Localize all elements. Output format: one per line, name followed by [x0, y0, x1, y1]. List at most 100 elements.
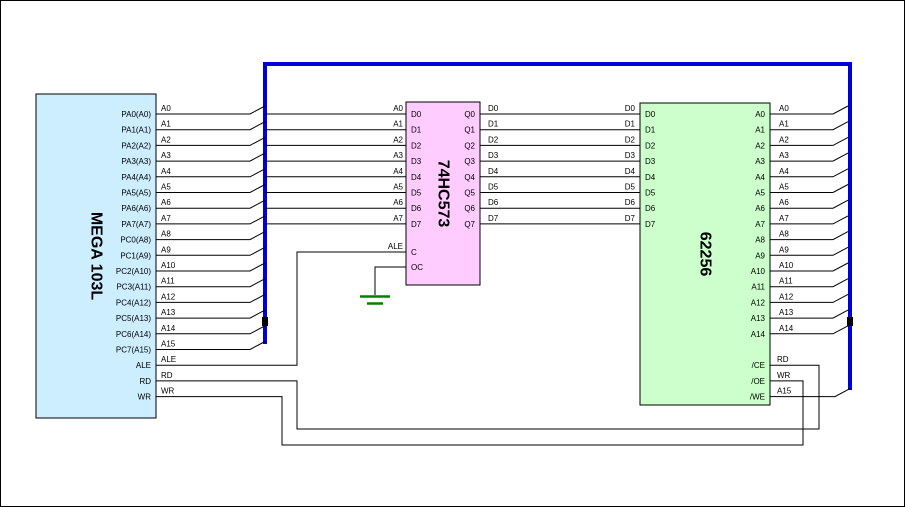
- pin-latch-q4: Q4: [464, 173, 475, 182]
- net-label-a4: A4: [779, 167, 789, 176]
- pin-ram-a11: A11: [751, 283, 765, 292]
- net-label-wr-ctrl: WR: [777, 371, 791, 380]
- net-label-d4: D4: [488, 167, 499, 176]
- pin-latch-d3: D3: [411, 157, 422, 166]
- bus-mark-right: [847, 317, 853, 326]
- net-label-d7: D7: [625, 214, 636, 223]
- pin-ram-d3: D3: [645, 157, 656, 166]
- pin-ram-a0: A0: [755, 110, 765, 119]
- net-label-ale-latch: ALE: [388, 242, 403, 251]
- net-label-d6: D6: [625, 198, 636, 207]
- bus-mark-left: [262, 317, 268, 326]
- net-label-a12: A12: [779, 292, 794, 301]
- net-label-a9: A9: [161, 245, 171, 254]
- net-label-a11: A11: [779, 277, 793, 286]
- pin-latch-d4: D4: [411, 173, 422, 182]
- pin-ram-a13: A13: [751, 314, 766, 323]
- pin-ram-d7: D7: [645, 220, 656, 229]
- net-label-d3: D3: [625, 151, 636, 160]
- chip-74hc573-title: 74HC573: [435, 160, 452, 228]
- pin-ram-d0: D0: [645, 110, 656, 119]
- net-label-d6: D6: [488, 198, 499, 207]
- pin-ram-a3: A3: [755, 157, 765, 166]
- pin-ram-d1: D1: [645, 126, 656, 135]
- net-label-a3: A3: [161, 151, 171, 160]
- net-label-a12: A12: [161, 292, 176, 301]
- net-label-a0: A0: [779, 104, 789, 113]
- pin-latch-oc: OC: [411, 263, 423, 272]
- schematic-page: MEGA 103L74HC57362256PA0(A0)PA1(A1)PA2(A…: [0, 0, 905, 507]
- net-label-a14: A14: [779, 324, 794, 333]
- net-label-a4: A4: [393, 167, 403, 176]
- pin-ram-a8: A8: [755, 236, 765, 245]
- pin-mega-pc1-a9: PC1(A9): [120, 251, 151, 260]
- net-label-a0: A0: [161, 104, 171, 113]
- pin-latch-d1: D1: [411, 126, 422, 135]
- pin-ram-a14: A14: [751, 330, 766, 339]
- pin-latch-d5: D5: [411, 189, 422, 198]
- net-label-d1: D1: [625, 120, 636, 129]
- net-label-a1: A1: [393, 120, 403, 129]
- net-label-a6: A6: [779, 198, 789, 207]
- net-label-a1: A1: [779, 120, 789, 129]
- pin-latch-q3: Q3: [464, 157, 475, 166]
- pin-latch-d2: D2: [411, 141, 422, 150]
- pin-ram-oe: /OE: [751, 377, 765, 386]
- pin-latch-q1: Q1: [464, 126, 475, 135]
- net-label-a7: A7: [393, 214, 403, 223]
- pin-mega-pa0-a0: PA0(A0): [121, 110, 151, 119]
- pin-ram-a5: A5: [755, 189, 765, 198]
- net-label-a5: A5: [161, 183, 171, 192]
- net-label-a4: A4: [161, 167, 171, 176]
- pin-ram-a2: A2: [755, 141, 765, 150]
- pin-mega-pa5-a5: PA5(A5): [121, 189, 151, 198]
- pin-mega-ale: ALE: [136, 361, 151, 370]
- pin-ram-d6: D6: [645, 204, 656, 213]
- net-label-a8: A8: [779, 230, 789, 239]
- net-label-a8: A8: [161, 230, 171, 239]
- net-label-a11: A11: [161, 277, 175, 286]
- chip-mega-103l-title: MEGA 103L: [88, 212, 105, 301]
- net-label-rd-ctrl: RD: [777, 355, 789, 364]
- pin-ram-a1: A1: [755, 126, 765, 135]
- net-label-d3: D3: [488, 151, 499, 160]
- net-label-d5: D5: [488, 183, 499, 192]
- pin-mega-pa1-a1: PA1(A1): [121, 126, 151, 135]
- pin-mega-pc0-a8: PC0(A8): [120, 236, 151, 245]
- net-label-a10: A10: [779, 261, 794, 270]
- pin-ram-d5: D5: [645, 189, 656, 198]
- net-label-a6: A6: [161, 198, 171, 207]
- net-label-a3: A3: [393, 151, 403, 160]
- net-label-rd: RD: [161, 371, 173, 380]
- net-label-d0: D0: [488, 104, 499, 113]
- pin-latch-c: C: [411, 248, 417, 257]
- pin-latch-q5: Q5: [464, 189, 475, 198]
- pin-mega-pc2-a10: PC2(A10): [116, 267, 151, 276]
- pin-ram-a9: A9: [755, 251, 765, 260]
- pin-ram-a12: A12: [751, 298, 766, 307]
- net-label-a1: A1: [161, 120, 171, 129]
- pin-ram-ce: /CE: [752, 361, 765, 370]
- net-label-a15-ctrl: A15: [777, 387, 792, 396]
- pin-mega-wr: WR: [138, 393, 152, 402]
- pin-mega-pc6-a14: PC6(A14): [116, 330, 151, 339]
- pin-latch-q2: Q2: [464, 141, 475, 150]
- pin-ram-d2: D2: [645, 141, 656, 150]
- pin-latch-q7: Q7: [464, 220, 475, 229]
- net-label-d2: D2: [488, 135, 499, 144]
- chip-62256-title: 62256: [697, 232, 714, 277]
- net-label-ale: ALE: [161, 355, 176, 364]
- pin-ram-a10: A10: [751, 267, 766, 276]
- net-label-d4: D4: [625, 167, 636, 176]
- pin-ram-a4: A4: [755, 173, 765, 182]
- net-label-a15: A15: [161, 340, 176, 349]
- pin-latch-d7: D7: [411, 220, 422, 229]
- net-label-a7: A7: [779, 214, 789, 223]
- net-label-a3: A3: [779, 151, 789, 160]
- net-label-a13: A13: [779, 308, 794, 317]
- pin-mega-pc4-a12: PC4(A12): [116, 298, 151, 307]
- net-label-d0: D0: [625, 104, 636, 113]
- pin-latch-q0: Q0: [464, 110, 475, 119]
- net-label-a9: A9: [779, 245, 789, 254]
- net-label-a2: A2: [161, 135, 171, 144]
